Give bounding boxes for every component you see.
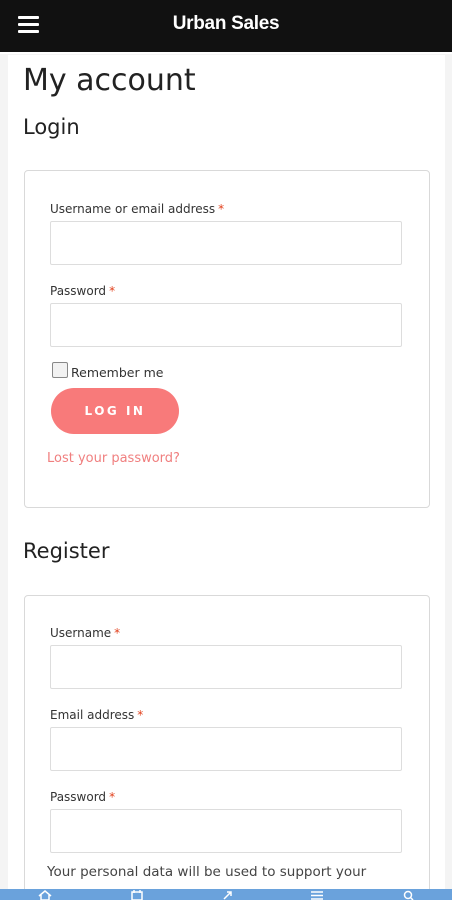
search-icon[interactable] — [394, 889, 424, 900]
username-label-text: Username or email address — [50, 202, 216, 216]
share-icon[interactable] — [214, 889, 244, 900]
privacy-notice: Your personal data will be used to suppo… — [47, 864, 367, 880]
main-content: My account Login Username or email addre… — [8, 55, 445, 889]
remember-me-label[interactable]: Remember me — [71, 365, 163, 380]
register-username-label-text: Username — [50, 626, 112, 640]
register-password-input[interactable] — [50, 809, 402, 853]
register-email-input[interactable] — [50, 727, 402, 771]
register-username-label: Username * — [50, 626, 120, 640]
username-input[interactable] — [50, 221, 402, 265]
required-mark: * — [114, 626, 121, 640]
login-form: Username or email address * Password * Rem… — [24, 170, 430, 508]
login-button[interactable]: LOG IN — [51, 388, 179, 434]
required-mark: * — [218, 202, 225, 216]
home-icon[interactable] — [30, 889, 60, 900]
bottom-nav — [0, 889, 452, 900]
password-input[interactable] — [50, 303, 402, 347]
list-icon[interactable] — [302, 889, 332, 900]
lost-password-link[interactable]: Lost your password? — [47, 451, 180, 466]
register-email-label: Email address * — [50, 708, 143, 722]
register-heading: Register — [23, 539, 110, 563]
required-mark: * — [109, 284, 116, 298]
username-label: Username or email address * — [50, 202, 224, 216]
required-mark: * — [109, 790, 116, 804]
register-username-input[interactable] — [50, 645, 402, 689]
page-title: My account — [23, 63, 196, 98]
remember-me-checkbox[interactable] — [52, 362, 68, 378]
register-password-label: Password * — [50, 790, 115, 804]
register-password-label-text: Password — [50, 790, 107, 804]
login-heading: Login — [23, 115, 80, 139]
register-email-label-text: Email address — [50, 708, 135, 722]
register-form: Username * Email address * Password * Your … — [24, 595, 430, 889]
app-header: Urban Sales — [0, 0, 452, 54]
app-title: Urban Sales — [172, 13, 280, 34]
password-label-text: Password — [50, 284, 107, 298]
required-mark: * — [137, 708, 144, 722]
password-label: Password * — [50, 284, 115, 298]
calendar-icon[interactable] — [122, 889, 152, 900]
